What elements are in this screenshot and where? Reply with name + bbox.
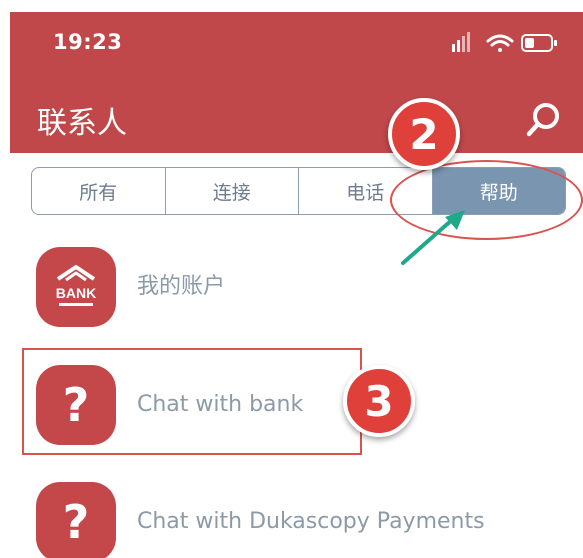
list-item-label: 我的账户 [137,274,226,299]
annotation-rectangle [22,348,362,455]
page-title: 联系人 [37,106,127,141]
bank-icon: BANK [36,247,116,327]
wifi-icon [486,34,514,52]
signal-icon [452,32,470,52]
list-item-label: Chat with Dukascopy Payments [137,509,485,534]
bank-icon-graphic: BANK [56,265,96,306]
list-item-my-account[interactable]: BANK 我的账户 [36,247,576,327]
search-icon[interactable] [522,98,566,142]
annotation-badge-3: 3 [343,365,415,437]
battery-icon [521,34,557,52]
status-icons [452,32,557,52]
question-icon-glyph: ? [62,495,90,549]
list-item-chat-with-dukascopy[interactable]: ? Chat with Dukascopy Payments [36,482,576,558]
tab-connections[interactable]: 连接 [166,168,299,214]
question-icon: ? [36,482,116,558]
bank-icon-text: BANK [56,285,96,301]
annotation-arrow-icon [401,210,465,265]
status-time: 19:23 [53,30,123,54]
tab-all[interactable]: 所有 [32,168,166,214]
annotation-badge-2: 2 [388,98,460,170]
